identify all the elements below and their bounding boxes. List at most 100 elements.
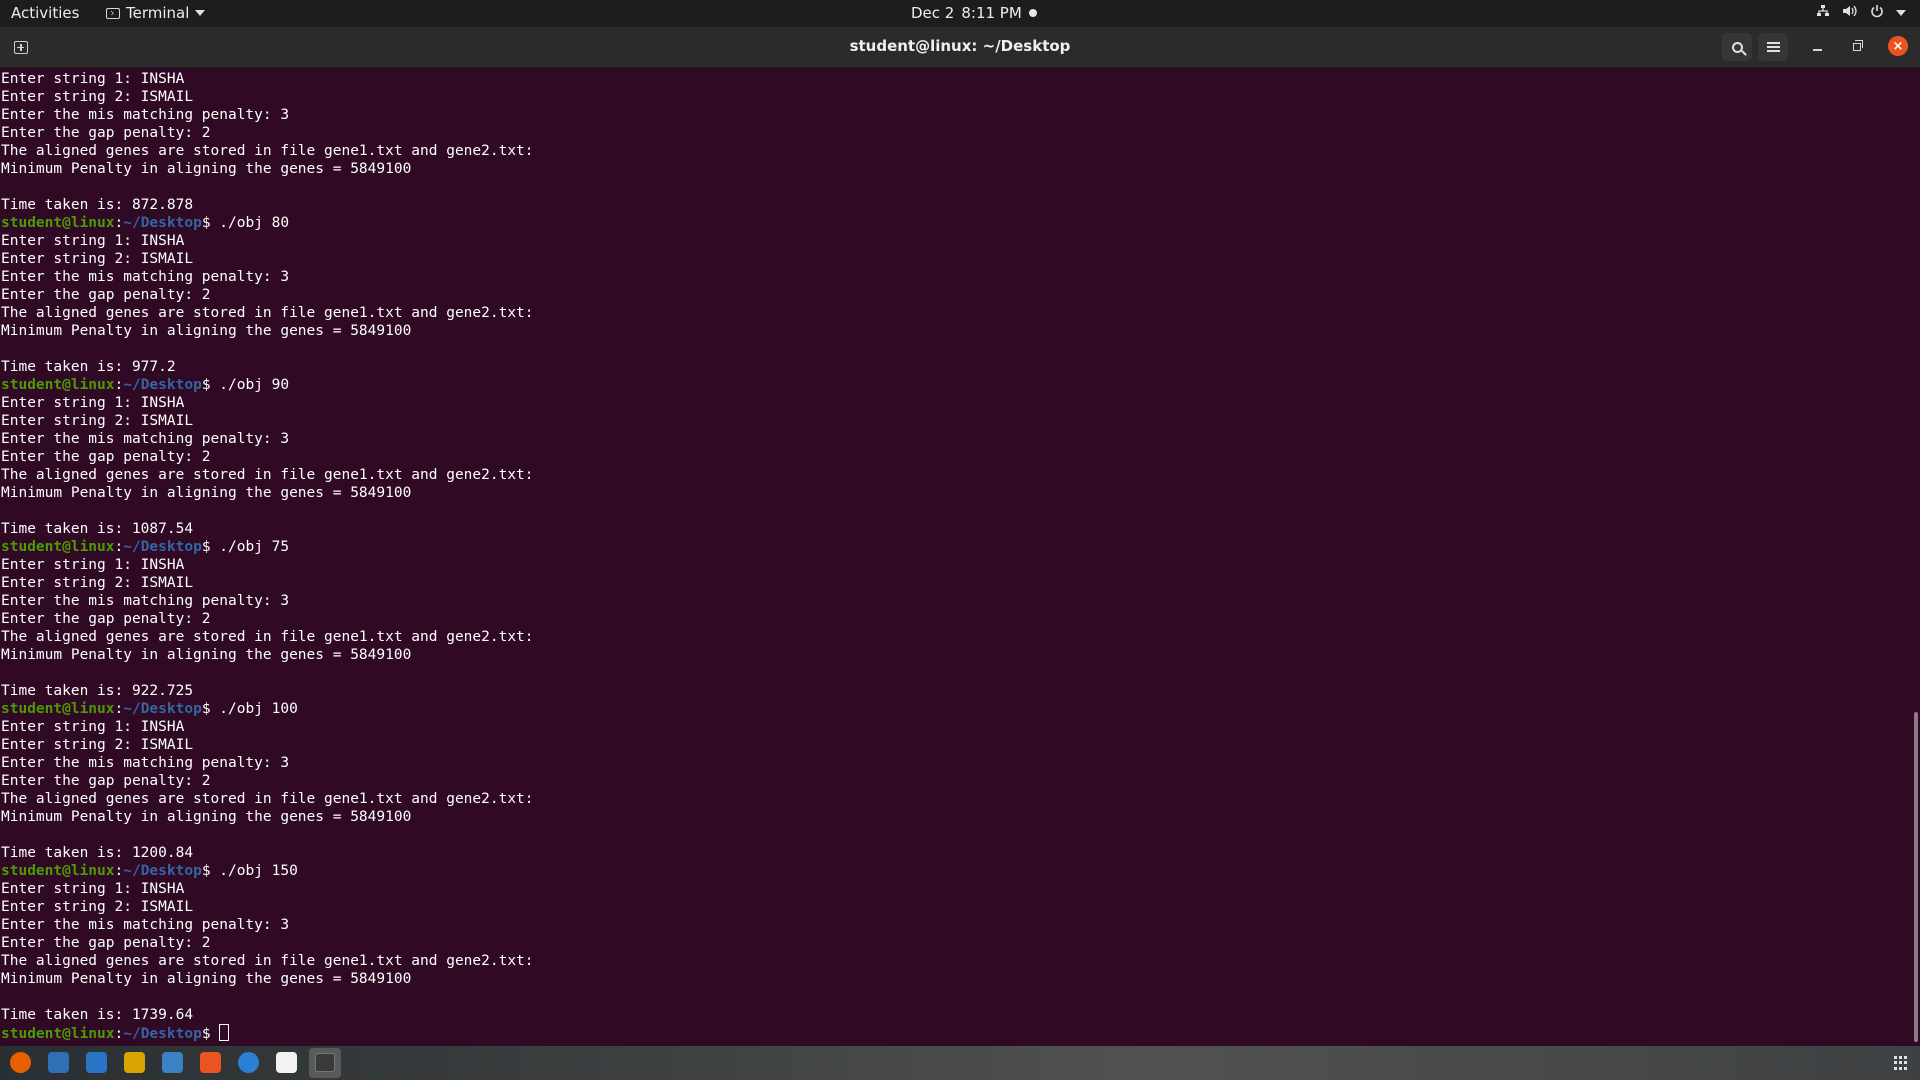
output-line: Minimum Penalty in aligning the genes = … [1, 323, 412, 339]
output-line: Minimum Penalty in aligning the genes = … [1, 809, 412, 825]
command-text: $ [201, 1026, 220, 1042]
close-icon: × [1892, 38, 1904, 54]
system-tray[interactable] [1816, 4, 1906, 22]
search-button[interactable] [1722, 33, 1752, 61]
minimize-icon [1812, 49, 1822, 51]
output-line: Enter string 1: INSHA [1, 395, 185, 411]
menu-button[interactable] [1758, 33, 1788, 61]
text-cursor[interactable] [219, 1024, 230, 1041]
output-line: Minimum Penalty in aligning the genes = … [1, 647, 412, 663]
output-line: The aligned genes are stored in file gen… [1, 791, 534, 807]
files-icon[interactable] [276, 1052, 297, 1073]
app-menu-terminal[interactable]: Terminal [106, 4, 206, 22]
prompt-path: ~/Desktop [123, 863, 202, 879]
output-line: Enter the mis matching penalty: 3 [1, 269, 290, 285]
thunderbird-icon[interactable] [48, 1052, 69, 1073]
system-menu-chevron-icon[interactable] [1896, 10, 1906, 16]
output-line: Enter string 1: INSHA [1, 557, 185, 573]
prompt-line: student@linux:~/Desktop$ ./obj 80 [1, 215, 290, 231]
text-editor-icon[interactable] [162, 1052, 183, 1073]
output-line: Minimum Penalty in aligning the genes = … [1, 161, 412, 177]
prompt-line: student@linux:~/Desktop$ ./obj 100 [1, 701, 298, 717]
output-line: Enter string 1: INSHA [1, 233, 185, 249]
prompt-line: student@linux:~/Desktop$ ./obj 150 [1, 863, 298, 879]
output-line: Enter the mis matching penalty: 3 [1, 431, 290, 447]
search-icon [1731, 41, 1743, 53]
output-line: Enter the mis matching penalty: 3 [1, 917, 290, 933]
prompt-path: ~/Desktop [123, 215, 202, 231]
prompt-path: ~/Desktop [123, 1026, 202, 1042]
output-line: Enter the gap penalty: 2 [1, 773, 211, 789]
output-line: Enter string 2: ISMAIL [1, 899, 194, 915]
output-line: Enter the gap penalty: 2 [1, 935, 211, 951]
chevron-down-icon [195, 10, 206, 16]
close-button[interactable]: × [1888, 36, 1908, 56]
power-icon[interactable] [1870, 4, 1884, 22]
gnome-top-bar: Activities Terminal Dec 2 8:11 PM [0, 0, 1920, 27]
date-label: Dec 2 [911, 4, 955, 22]
output-line: Time taken is: 1087.54 [1, 521, 194, 537]
output-line: Minimum Penalty in aligning the genes = … [1, 971, 412, 987]
output-line: Enter the mis matching penalty: 3 [1, 755, 290, 771]
output-line: Enter string 1: INSHA [1, 71, 185, 87]
notification-dot-icon [1028, 9, 1037, 17]
command-text: $ ./obj 100 [201, 701, 298, 717]
volume-icon[interactable] [1842, 4, 1858, 22]
activities-button[interactable]: Activities [11, 4, 79, 22]
time-label: 8:11 PM [961, 4, 1022, 22]
prompt-user: student@linux [1, 863, 115, 879]
prompt-path: ~/Desktop [123, 377, 202, 393]
output-line: Enter string 2: ISMAIL [1, 737, 194, 753]
output-line: The aligned genes are stored in file gen… [1, 305, 534, 321]
output-line: The aligned genes are stored in file gen… [1, 629, 534, 645]
output-line: Time taken is: 872.878 [1, 197, 194, 213]
prompt-path: ~/Desktop [123, 701, 202, 717]
software-center-icon[interactable] [200, 1052, 221, 1073]
output-line: Enter string 1: INSHA [1, 881, 185, 897]
output-line: The aligned genes are stored in file gen… [1, 143, 534, 159]
prompt-user: student@linux [1, 215, 115, 231]
scrollbar[interactable] [1914, 712, 1918, 1042]
prompt-line: student@linux:~/Desktop$ ./obj 75 [1, 539, 290, 555]
output-line: Enter the gap penalty: 2 [1, 125, 211, 141]
help-icon[interactable] [238, 1052, 259, 1073]
terminal-icon[interactable] [309, 1048, 341, 1078]
libreoffice-writer-icon[interactable] [86, 1052, 107, 1073]
prompt-user: student@linux [1, 1026, 115, 1042]
command-text: $ ./obj 90 [201, 377, 290, 393]
output-line: Minimum Penalty in aligning the genes = … [1, 485, 412, 501]
app-menu-label: Terminal [126, 4, 190, 22]
prompt-user: student@linux [1, 701, 115, 717]
firefox-icon[interactable] [10, 1052, 31, 1073]
window-title: student@linux: ~/Desktop [849, 37, 1071, 55]
output-line: Time taken is: 922.725 [1, 683, 194, 699]
prompt-user: student@linux [1, 539, 115, 555]
prompt-line: student@linux:~/Desktop$ ./obj 90 [1, 377, 290, 393]
output-line: Enter the gap penalty: 2 [1, 287, 211, 303]
output-line: Enter the gap penalty: 2 [1, 611, 211, 627]
clock-menu[interactable]: Dec 2 8:11 PM [911, 4, 1037, 22]
command-text: $ ./obj 75 [201, 539, 290, 555]
prompt-path: ~/Desktop [123, 539, 202, 555]
show-applications-grid-icon[interactable] [1894, 1056, 1908, 1070]
prompt-user: student@linux [1, 377, 115, 393]
terminal-app-glyph [315, 1053, 335, 1072]
command-text: $ ./obj 150 [201, 863, 298, 879]
maximize-button[interactable] [1848, 38, 1866, 56]
minimize-button[interactable] [1808, 38, 1826, 56]
taskbar-dock [0, 1046, 1920, 1080]
network-icon[interactable] [1816, 4, 1830, 22]
restore-icon [1853, 40, 1863, 51]
terminal-output-area[interactable]: Enter string 1: INSHA Enter string 2: ISM… [0, 68, 1920, 1046]
terminal-headerbar: student@linux: ~/Desktop × [0, 27, 1920, 68]
output-line: Enter string 2: ISMAIL [1, 89, 194, 105]
output-line: Enter string 2: ISMAIL [1, 251, 194, 267]
prompt-line: student@linux:~/Desktop$ [1, 1024, 534, 1042]
rhythmbox-icon[interactable] [124, 1052, 145, 1073]
